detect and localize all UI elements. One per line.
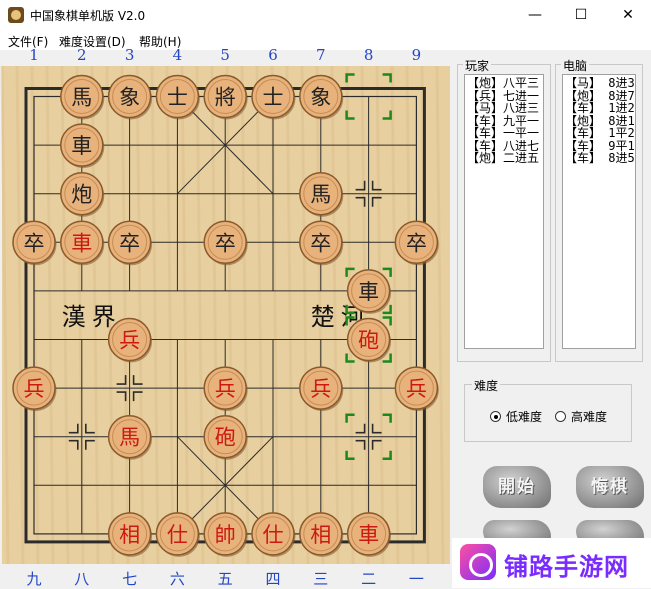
watermark-text: 铺路手游网 — [504, 553, 629, 581]
title-bar: 中国象棋单机版 V2.0 — ☐ ✕ — [0, 0, 651, 30]
computer-label: 电脑 — [561, 57, 590, 74]
piece-label: 砲 — [358, 329, 379, 353]
piece-label: 車 — [71, 231, 92, 255]
piece-label: 兵 — [119, 329, 140, 353]
column-number: 6 — [268, 46, 278, 64]
piece-label: 卒 — [24, 231, 45, 255]
column-number: 1 — [29, 46, 39, 64]
move-entry[interactable]: 【炮】八平三 — [467, 77, 541, 90]
column-number: 3 — [124, 46, 135, 64]
undo-button[interactable]: 悔棋 — [576, 466, 644, 508]
column-number-cn: 五 — [217, 570, 233, 588]
piece-label: 士 — [263, 86, 284, 110]
column-number: 8 — [363, 46, 374, 64]
piece-label: 馬 — [310, 183, 331, 207]
column-number-cn: 七 — [122, 570, 138, 588]
low-difficulty-label: 低难度 — [506, 410, 543, 424]
piece-label: 兵 — [24, 377, 45, 401]
column-number: 5 — [220, 46, 230, 64]
piece-label: 車 — [71, 134, 92, 158]
computer-move-list[interactable]: 【马】 8进3 【炮】 8进7 【车】 1进2 【炮】 8进10 【车】 1平2 【车】 … — [562, 74, 636, 349]
move-entry[interactable]: 【车】 1平2 — [565, 127, 635, 140]
piece-label: 士 — [167, 86, 188, 110]
piece-label: 炮 — [71, 183, 92, 207]
piece-label: 馬 — [71, 86, 92, 110]
piece-label: 仕 — [167, 523, 188, 547]
piece-label: 卒 — [215, 231, 236, 255]
radio-empty-icon — [555, 411, 566, 422]
piece-label: 馬 — [119, 426, 140, 450]
move-entry[interactable]: 【马】八进三 — [467, 102, 541, 115]
piece-label: 卒 — [119, 231, 140, 255]
column-number-cn: 八 — [74, 570, 90, 588]
piece-label: 相 — [310, 523, 331, 547]
piece-label: 卒 — [406, 231, 427, 255]
watermark-logo-icon — [460, 544, 496, 580]
move-entry[interactable]: 【车】 8进5 — [565, 152, 635, 165]
piece-label: 砲 — [215, 426, 236, 450]
watermark: 铺路手游网 — [452, 538, 651, 588]
piece-label: 兵 — [310, 377, 331, 401]
piece-label: 車 — [358, 523, 379, 547]
player-label: 玩家 — [463, 57, 492, 74]
column-number-cn: 三 — [313, 570, 329, 588]
piece-label: 相 — [119, 523, 140, 547]
maximize-button[interactable]: ☐ — [558, 0, 604, 30]
move-entry[interactable]: 【车】 1进2 — [565, 102, 635, 115]
piece-label: 兵 — [215, 377, 236, 401]
high-difficulty-radio[interactable]: 高难度 — [555, 408, 607, 425]
high-difficulty-label: 高难度 — [571, 410, 608, 424]
piece-label: 車 — [358, 280, 379, 304]
piece-label: 象 — [310, 86, 331, 110]
start-button[interactable]: 開始 — [483, 466, 551, 508]
column-number: 9 — [411, 46, 422, 64]
low-difficulty-radio[interactable]: 低难度 — [490, 408, 542, 425]
piece-label: 將 — [215, 86, 236, 110]
close-button[interactable]: ✕ — [605, 0, 651, 30]
move-entry[interactable]: 【马】 8进3 — [565, 77, 635, 90]
column-number: 4 — [172, 46, 183, 64]
column-number-cn: 六 — [169, 570, 185, 588]
column-number: 7 — [316, 46, 326, 64]
piece-label: 象 — [119, 86, 140, 110]
piece-label: 帥 — [215, 523, 236, 547]
window-title: 中国象棋单机版 V2.0 — [30, 9, 146, 23]
column-number-cn: 二 — [361, 570, 377, 588]
piece-label: 卒 — [310, 231, 331, 255]
column-number-cn: 四 — [265, 570, 281, 588]
column-number: 2 — [77, 46, 87, 64]
move-entry[interactable]: 【炮】二进五 — [467, 152, 541, 165]
piece-label: 兵 — [406, 377, 427, 401]
chess-board-area[interactable]: 漢界 楚河馬象士將士象車炮馬卒車卒卒卒卒車兵砲兵兵兵兵馬砲相仕帥仕相車 — [0, 66, 452, 564]
difficulty-label: 难度 — [472, 377, 501, 394]
chess-board[interactable]: 漢界 楚河馬象士將士象車炮 馬卒車卒卒卒卒車兵 砲兵兵兵兵馬 砲相仕帥仕相車 — [0, 66, 452, 564]
app-window: 中国象棋单机版 V2.0 — ☐ ✕ 文件(F) 难度设置(D) 帮助(H) 1… — [0, 0, 651, 588]
move-entry[interactable]: 【车】一平一 — [467, 127, 541, 140]
minimize-button[interactable]: — — [512, 0, 558, 30]
menu-difficulty[interactable]: 难度设置(D) — [59, 33, 126, 50]
player-move-list[interactable]: 【炮】八平三 【兵】七进一 【马】八进三 【车】九平一 【车】一平一 【车】八进七 【炮】二… — [464, 74, 544, 349]
column-number-cn: 一 — [408, 570, 424, 588]
column-number-cn: 九 — [26, 570, 42, 588]
chess-app-icon — [8, 7, 24, 23]
radio-selected-icon — [490, 411, 501, 422]
piece-label: 仕 — [263, 523, 284, 547]
